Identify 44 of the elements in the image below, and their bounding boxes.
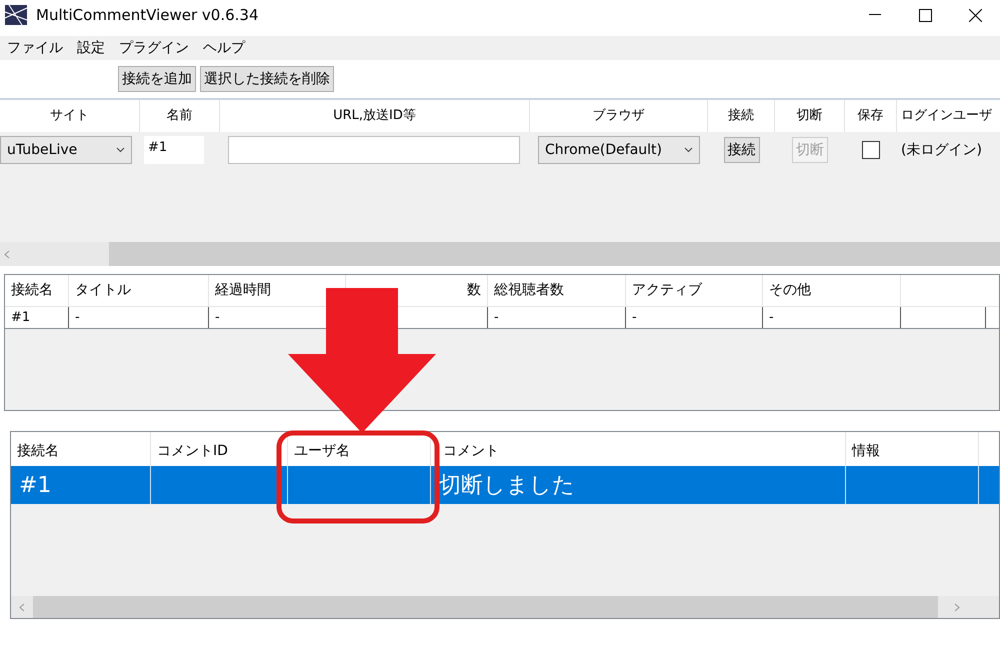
save-checkbox[interactable]	[862, 141, 880, 159]
minimize-icon	[869, 14, 881, 16]
scroll-left-icon[interactable]	[19, 602, 25, 612]
maximize-icon	[918, 8, 932, 22]
column-header[interactable]: 名前	[166, 106, 192, 126]
table-cell-text: #1	[19, 472, 52, 500]
table-cell: #1	[5, 307, 69, 328]
connect-button[interactable]: 接続	[724, 137, 760, 163]
column-header[interactable]: URL,放送ID等	[333, 106, 416, 126]
column-header[interactable]: 経過時間	[215, 280, 271, 301]
column-header[interactable]: ログインユーザ	[901, 106, 992, 126]
menu-item[interactable]: プラグイン	[112, 38, 196, 58]
column-header[interactable]: 保存	[858, 106, 884, 126]
column-header[interactable]: アクティブ	[632, 280, 702, 301]
table-cell: -	[488, 307, 626, 328]
column-header[interactable]: ブラウザ	[592, 106, 644, 126]
table-cell-text: 切断しました	[439, 472, 575, 500]
table-cell: -	[763, 307, 901, 328]
menu-item[interactable]: ファイル	[0, 38, 70, 58]
login-user-text: (未ログイン)	[901, 140, 982, 160]
browser-dropdown[interactable]: Chrome(Default)	[538, 136, 700, 164]
column-header[interactable]: 接続名	[11, 280, 53, 301]
column-header[interactable]: 数	[467, 280, 481, 301]
column-header[interactable]: 接続	[728, 106, 754, 126]
comment-row[interactable]: #1 切断しました	[11, 466, 999, 504]
table-cell: -	[69, 307, 209, 328]
toolbar-button[interactable]: 選択した接続を削除	[200, 66, 334, 92]
scroll-right-icon[interactable]	[954, 602, 960, 612]
column-header[interactable]: その他	[769, 280, 811, 301]
menu-item[interactable]: ヘルプ	[196, 38, 252, 58]
column-header[interactable]: サイト	[50, 106, 89, 126]
menu-item[interactable]: 設定	[70, 38, 112, 58]
name-field[interactable]: #1	[144, 136, 204, 164]
url-field[interactable]	[228, 136, 520, 164]
column-header[interactable]: タイトル	[75, 280, 131, 301]
toolbar-button[interactable]: 接続を追加	[118, 66, 196, 92]
app-icon	[4, 4, 28, 26]
scroll-left-icon[interactable]	[4, 250, 10, 258]
column-header[interactable]: 切断	[796, 106, 822, 126]
column-header[interactable]: 総視聴者数	[494, 280, 564, 301]
table-cell: -	[626, 307, 763, 328]
window-title: MultiCommentViewer v0.6.34	[36, 4, 259, 26]
close-icon	[968, 8, 982, 22]
site-dropdown[interactable]: uTubeLive	[0, 136, 132, 164]
